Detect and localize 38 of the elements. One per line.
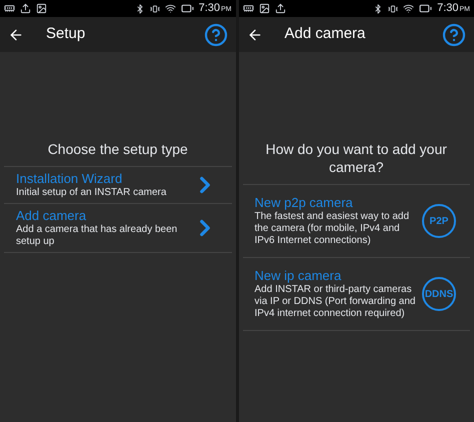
option-title: Installation Wizard: [16, 171, 124, 187]
option-description: The fastest and easiest way to add the camera (for mobile, IPv4 and IPv6 Internet connections): [254, 211, 410, 247]
image-icon: [258, 3, 270, 14]
option-badge: P2P: [422, 204, 456, 238]
option-badge: DDNS: [422, 277, 456, 311]
option-title: New ip camera: [254, 268, 342, 284]
battery-icon: [180, 2, 194, 15]
image-icon: [36, 3, 47, 14]
section-heading: Choose the setup type: [46, 140, 189, 159]
sd-card-icon: [242, 3, 254, 14]
option-row[interactable]: New p2p camera The fastest and easiest way to add the camera (for mobile, IPv4 and IPv6 Internet connections) P2P: [242, 185, 470, 258]
clock-time: 7:30: [198, 1, 220, 16]
bluetooth-icon: [134, 4, 145, 14]
help-button[interactable]: [204, 22, 228, 46]
clock-time: 7:30: [437, 1, 458, 16]
app-bar-title: Setup: [46, 24, 86, 44]
option-row[interactable]: New ip camera Add INSTAR or third-party cameras via IP or DDNS (Port forwarding and IPv4 internet connection required) DDNS: [242, 258, 470, 331]
app-bar-title: Add camera: [284, 24, 366, 44]
option-description: Initial setup of an INSTAR camera: [16, 187, 168, 199]
bluetooth-icon: [373, 4, 384, 14]
option-description: Add a camera that has already been setup up: [16, 224, 178, 248]
section-heading: How do you want to add your camera?: [264, 140, 448, 177]
sd-card-icon: [4, 3, 15, 14]
back-button[interactable]: [8, 26, 24, 42]
option-description: Add INSTAR or third-party cameras via IP or DDNS (Port forwarding and IPv4 internet connection required): [254, 284, 416, 320]
vibrate-icon: [388, 4, 398, 14]
help-button[interactable]: [442, 22, 466, 46]
upload-icon: [274, 3, 286, 14]
option-title: Add camera: [16, 208, 88, 224]
battery-icon: [419, 2, 432, 15]
wifi-icon: [403, 3, 414, 14]
option-title: New p2p camera: [254, 195, 354, 211]
upload-icon: [20, 3, 31, 14]
back-button[interactable]: [246, 26, 262, 42]
wifi-icon: [164, 3, 176, 14]
vibrate-icon: [150, 4, 160, 14]
option-row[interactable]: Installation Wizard Initial setup of an INSTAR camera: [4, 167, 232, 204]
option-row[interactable]: Add camera Add a camera that has already been setup up: [4, 204, 232, 253]
